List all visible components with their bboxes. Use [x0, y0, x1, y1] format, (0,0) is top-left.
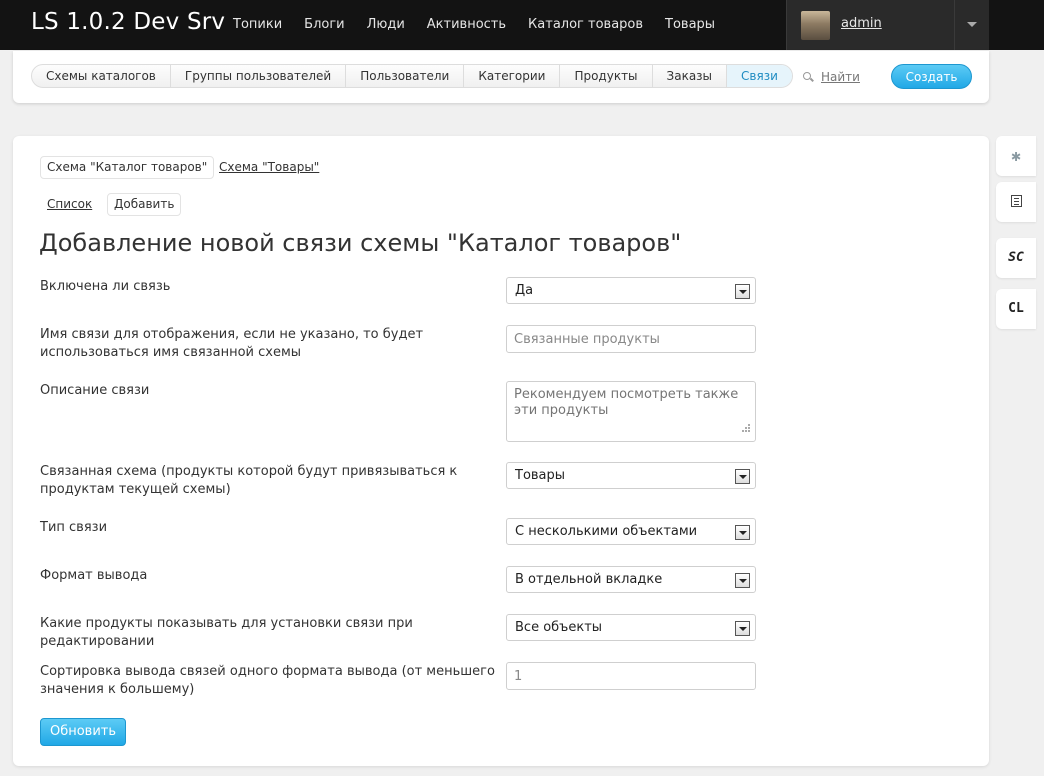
schema-tab-catalog[interactable]: Схема "Каталог товаров": [40, 156, 215, 179]
linked-schema-select[interactable]: Товары: [506, 462, 756, 489]
sc-button[interactable]: SC: [996, 238, 1036, 278]
nav-item-catalog[interactable]: Каталог товаров: [528, 17, 643, 32]
enabled-value: Да: [515, 283, 534, 298]
chevron-down-icon: [735, 573, 750, 588]
tab-categories[interactable]: Категории: [464, 65, 561, 87]
nav-item-blogs[interactable]: Блоги: [304, 17, 344, 32]
tab-links[interactable]: Связи: [727, 65, 792, 87]
main-nav: Топики Блоги Люди Активность Каталог тов…: [233, 17, 737, 32]
link-type-label: Тип связи: [40, 520, 108, 535]
nav-item-people[interactable]: Люди: [367, 17, 405, 32]
chevron-down-icon: [735, 284, 750, 299]
update-button[interactable]: Обновить: [40, 718, 126, 746]
output-format-select[interactable]: В отдельной вкладке: [506, 566, 756, 593]
sub-nav-tabs: Схемы каталогов Группы пользователей Пол…: [31, 64, 793, 88]
search-icon: [803, 72, 813, 82]
link-type-select[interactable]: С несколькими объектами: [506, 518, 756, 545]
user-menu: admin: [786, 0, 989, 50]
search-link[interactable]: Найти: [803, 70, 860, 84]
nav-item-activity[interactable]: Активность: [427, 17, 506, 32]
create-button[interactable]: Создать: [891, 64, 972, 89]
chevron-down-icon: [735, 525, 750, 540]
chevron-down-icon: [735, 469, 750, 484]
tab-products[interactable]: Продукты: [560, 65, 653, 87]
content-card: Схема "Каталог товаров" Схема "Товары" С…: [13, 136, 989, 766]
settings-button[interactable]: ✱: [996, 136, 1036, 176]
tab-catalog-schemas[interactable]: Схемы каталогов: [32, 65, 171, 87]
linked-schema-value: Товары: [515, 468, 566, 483]
search-label: Найти: [821, 70, 860, 84]
output-format-value: В отдельной вкладке: [515, 572, 663, 587]
enabled-select[interactable]: Да: [506, 277, 756, 304]
top-bar: LS 1.0.2 Dev Srv Топики Блоги Люди Актив…: [0, 0, 1044, 50]
products-shown-label: Какие продукты показывать для установки …: [40, 616, 413, 649]
display-name-input[interactable]: [506, 325, 756, 353]
products-shown-value: Все объекты: [515, 620, 603, 635]
products-shown-select[interactable]: Все объекты: [506, 614, 756, 641]
list-button[interactable]: [996, 182, 1036, 222]
display-name-label: Имя связи для отображения, если не указа…: [40, 327, 424, 360]
tab-orders[interactable]: Заказы: [653, 65, 728, 87]
page-title: Добавление новой связи схемы "Каталог то…: [39, 229, 682, 257]
username-link[interactable]: admin: [841, 16, 882, 31]
avatar[interactable]: [801, 11, 830, 40]
tab-user-groups[interactable]: Группы пользователей: [171, 65, 347, 87]
nav-item-topics[interactable]: Топики: [233, 17, 282, 32]
resize-handle-icon[interactable]: [739, 424, 751, 436]
list-icon: [1010, 195, 1022, 207]
description-textarea[interactable]: [506, 381, 756, 442]
chevron-down-icon[interactable]: [967, 22, 977, 27]
chevron-down-icon: [735, 621, 750, 636]
site-brand[interactable]: LS 1.0.2 Dev Srv: [31, 9, 225, 35]
link-type-value: С несколькими объектами: [515, 524, 698, 539]
output-format-label: Формат вывода: [40, 568, 148, 583]
list-link[interactable]: Список: [47, 197, 92, 211]
tab-users[interactable]: Пользователи: [346, 65, 465, 87]
cl-button[interactable]: CL: [996, 289, 1036, 329]
nav-item-products[interactable]: Товары: [665, 17, 715, 32]
user-menu-divider: [954, 0, 955, 50]
description-label: Описание связи: [40, 383, 150, 398]
enabled-label: Включена ли связь: [40, 279, 171, 294]
sort-input[interactable]: [506, 662, 756, 690]
add-link[interactable]: Добавить: [107, 193, 182, 216]
schema-tab-products[interactable]: Схема "Товары": [219, 160, 319, 174]
gear-icon: ✱: [1011, 146, 1021, 165]
sub-nav-panel: Схемы каталогов Группы пользователей Пол…: [13, 51, 989, 103]
linked-schema-label: Связанная схема (продукты которой будут …: [40, 464, 458, 497]
sort-label: Сортировка вывода связей одного формата …: [40, 664, 495, 697]
